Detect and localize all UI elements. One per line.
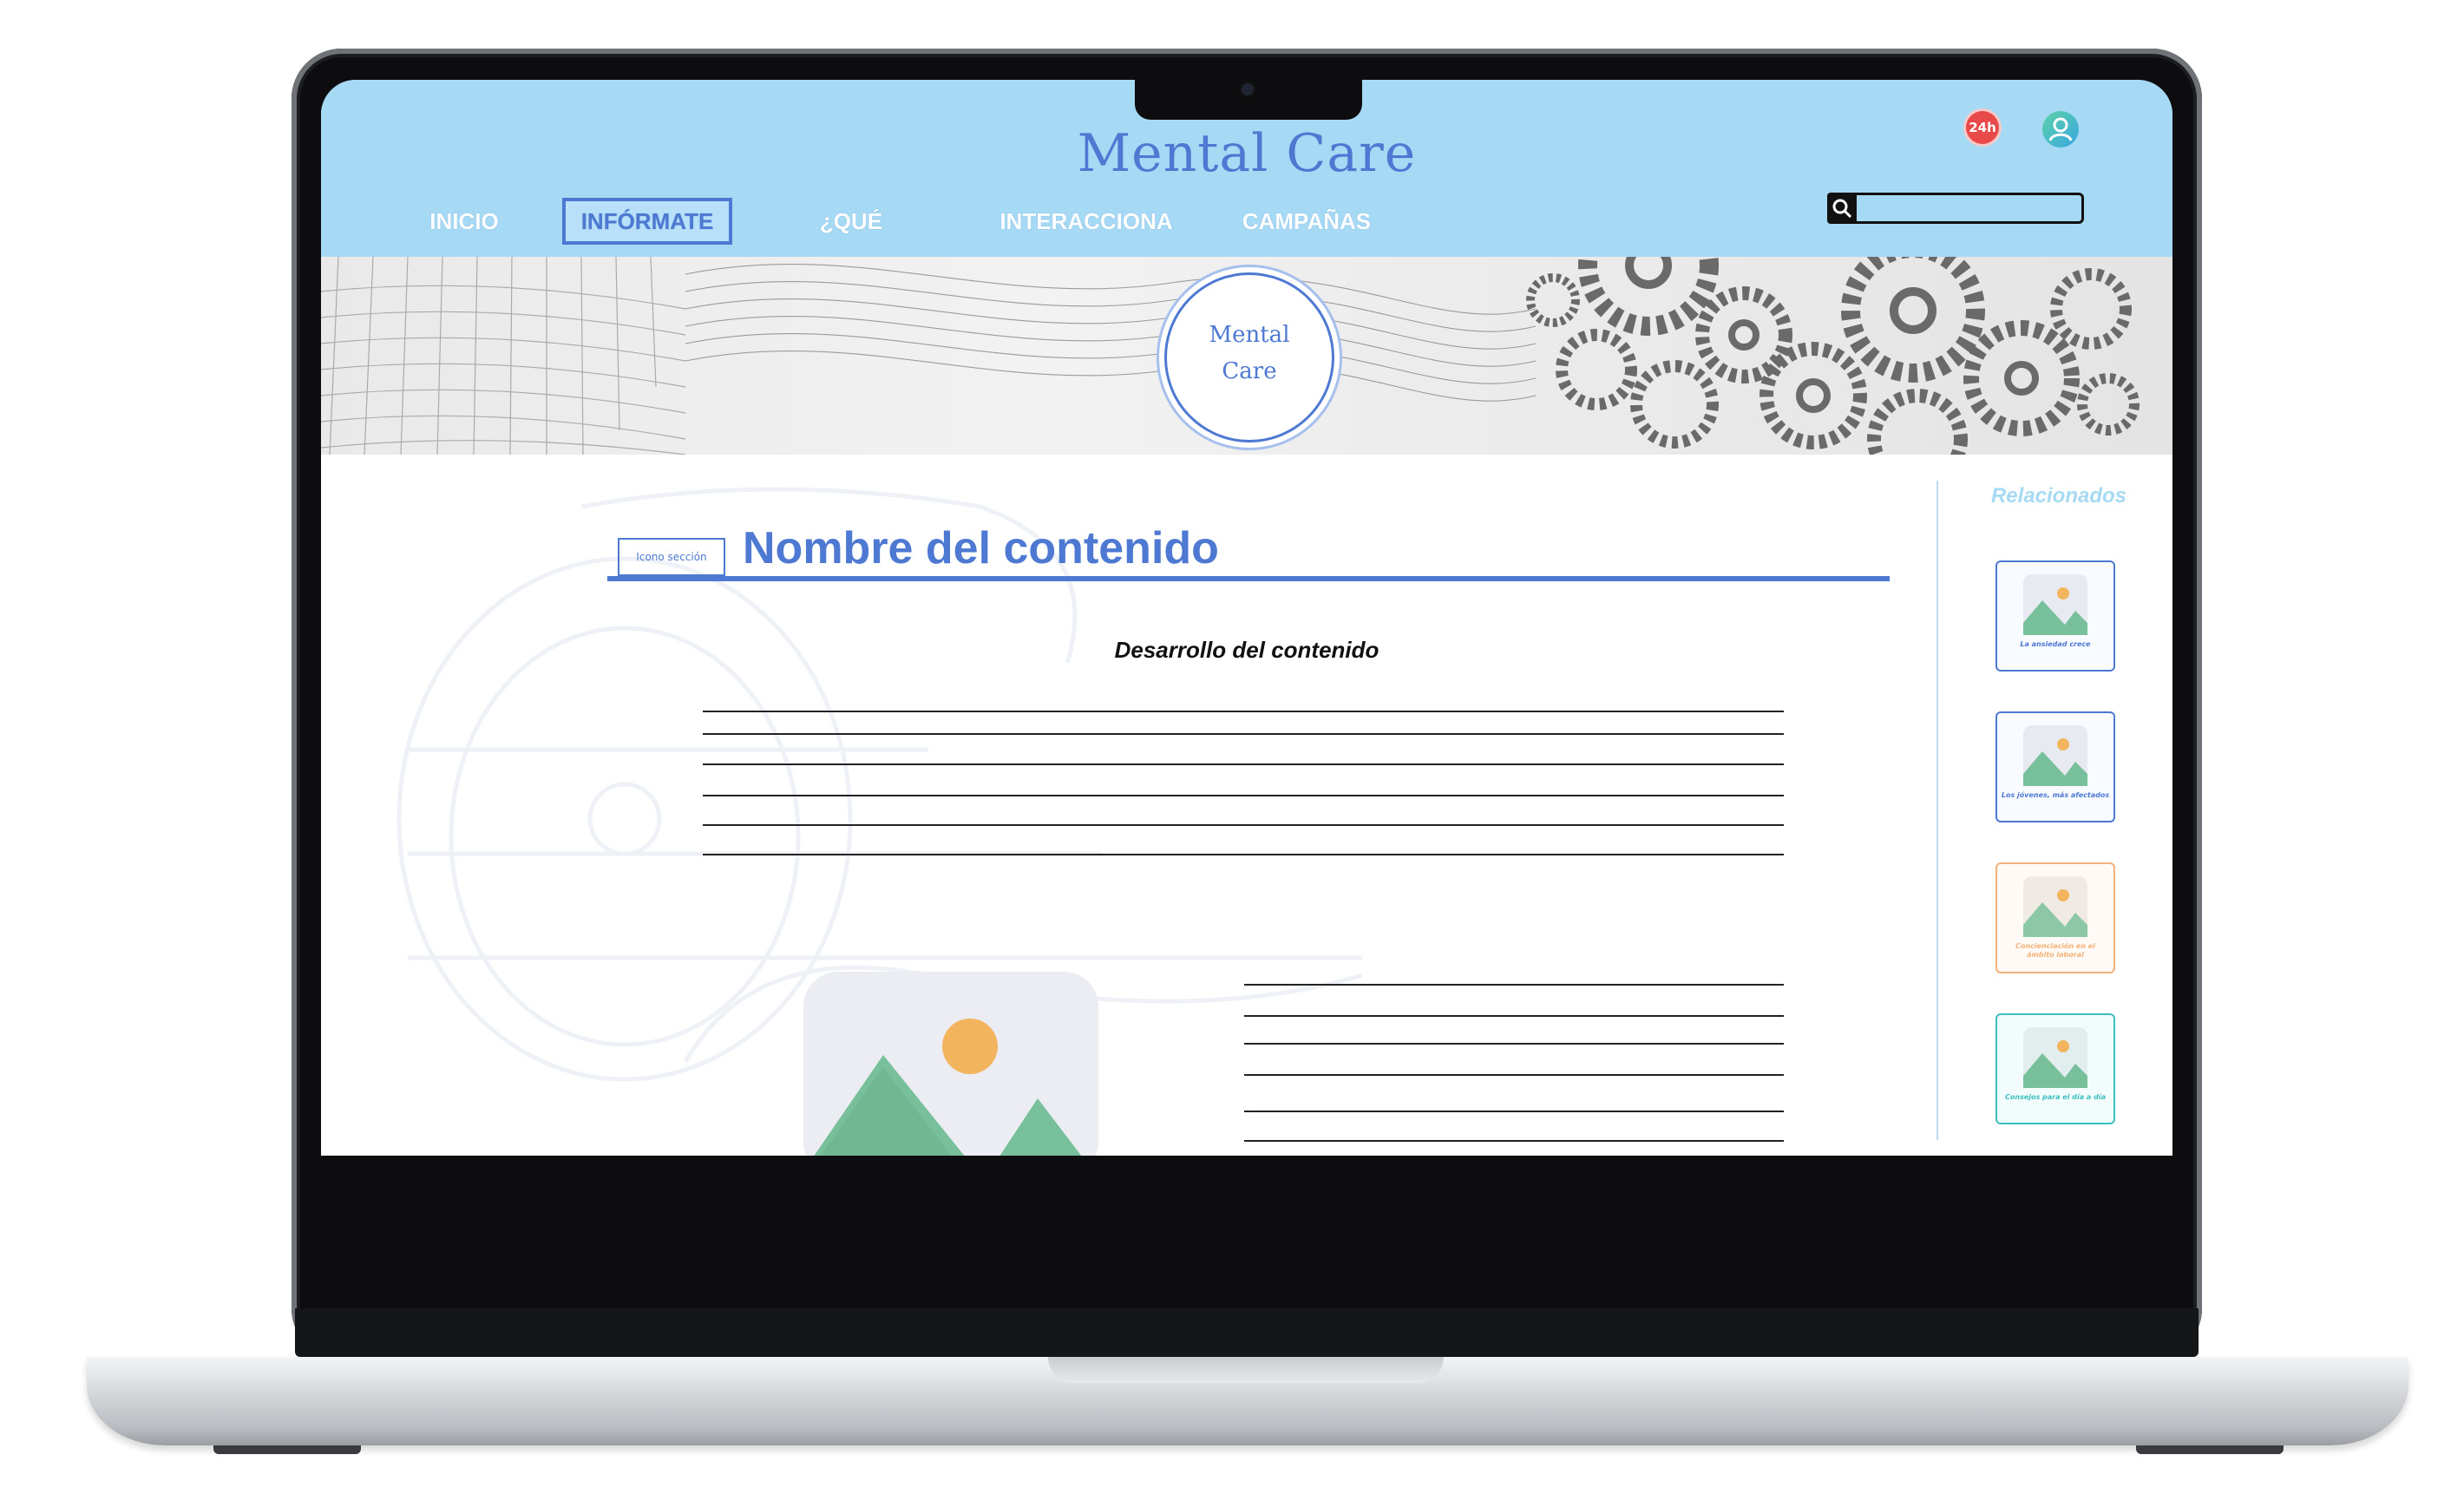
content-title: Nombre del contenido xyxy=(743,523,1219,573)
text-line xyxy=(703,854,1784,855)
text-line xyxy=(703,795,1784,796)
user-icon[interactable] xyxy=(2042,111,2079,147)
screen: Mental Care INICIO INFÓRMATE ¿QUÉ HACER?… xyxy=(321,80,2172,1156)
nav-item-campanas[interactable]: CAMPAÑAS xyxy=(1237,198,1376,245)
related-item-caption: Concienciación en el ámbito laboral xyxy=(2015,942,2096,959)
user-silhouette-icon xyxy=(2048,117,2073,141)
nav-item-que-hacer[interactable]: ¿QUÉ HACER? xyxy=(774,198,928,281)
related-item-caption: Consejos para el día a día xyxy=(2005,1093,2106,1101)
related-item-caption: Los jóvenes, más afectados xyxy=(2001,791,2110,799)
text-line xyxy=(703,763,1784,765)
laptop-foot xyxy=(2136,1445,2284,1454)
search-button[interactable] xyxy=(1827,193,1857,224)
text-line xyxy=(1244,1111,1784,1112)
background-watermark xyxy=(396,487,1363,1082)
section-icon-label: Icono sección xyxy=(618,538,725,576)
image-placeholder-icon xyxy=(2023,876,2087,937)
content-subtitle: Desarrollo del contenido xyxy=(1114,637,1379,663)
text-line xyxy=(703,733,1784,735)
nav-item-inicio[interactable]: INICIO xyxy=(416,198,512,245)
site-title[interactable]: Mental Care xyxy=(321,123,2172,184)
search-input[interactable] xyxy=(1860,196,2077,220)
banner-logo[interactable]: Mental Care xyxy=(1164,272,1334,442)
related-item-card[interactable]: Consejos para el día a día xyxy=(1995,1013,2115,1124)
related-item-caption: La ansiedad crece xyxy=(2020,640,2091,648)
search-icon xyxy=(1832,199,1852,219)
text-line xyxy=(1244,1140,1784,1142)
related-item-card[interactable]: Los jóvenes, más afectados xyxy=(1995,711,2115,822)
text-line xyxy=(1244,1043,1784,1045)
related-item-card[interactable]: Concienciación en el ámbito laboral xyxy=(1995,862,2115,973)
text-line xyxy=(1244,984,1784,986)
text-line xyxy=(703,824,1784,826)
banner-logo-line1: Mental xyxy=(1209,322,1290,348)
related-item-card[interactable]: La ansiedad crece xyxy=(1995,560,2115,672)
image-placeholder-icon xyxy=(803,972,1098,1156)
nav-item-informate[interactable]: INFÓRMATE xyxy=(562,198,732,245)
image-placeholder-graphic xyxy=(803,972,1098,1156)
nav-item-interacciona[interactable]: INTERACCIONA xyxy=(999,198,1173,245)
sidebar-title: Relacionados xyxy=(1990,484,2127,508)
title-underline xyxy=(607,576,1890,581)
24h-badge-icon[interactable]: 24h xyxy=(1966,111,1999,144)
camera-icon xyxy=(1242,83,1254,95)
laptop-foot xyxy=(213,1445,361,1454)
text-line xyxy=(703,711,1784,712)
image-placeholder-icon xyxy=(2023,1027,2087,1088)
text-line xyxy=(1244,1015,1784,1017)
main-content: Icono sección Nombre del contenido Desar… xyxy=(321,455,2172,1149)
banner-logo-line2: Care xyxy=(1222,358,1277,384)
sidebar-divider xyxy=(1936,481,1938,1140)
laptop-chin xyxy=(295,1308,2199,1357)
image-placeholder-icon xyxy=(2023,574,2087,635)
image-placeholder-icon xyxy=(2023,725,2087,786)
laptop-opening-notch xyxy=(1048,1357,1444,1383)
text-line xyxy=(1244,1074,1784,1076)
